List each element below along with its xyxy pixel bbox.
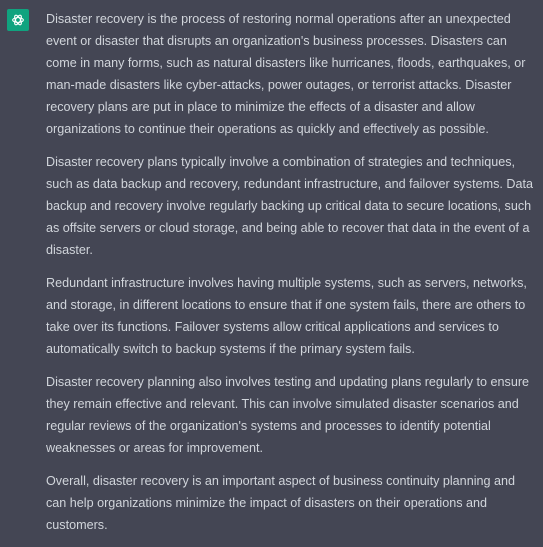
message-content: Disaster recovery is the process of rest… [46,8,538,547]
message-paragraph: Disaster recovery is the process of rest… [46,12,526,136]
message-paragraph: Overall, disaster recovery is an importa… [46,474,516,532]
message-paragraph: Disaster recovery planning also involves… [46,375,530,455]
message-paragraph: Disaster recovery plans typically involv… [46,155,533,257]
message-paragraph: Redundant infrastructure involves having… [46,276,527,356]
openai-logo-icon [12,14,24,26]
assistant-message: Disaster recovery is the process of rest… [0,0,543,532]
assistant-avatar [7,9,29,31]
